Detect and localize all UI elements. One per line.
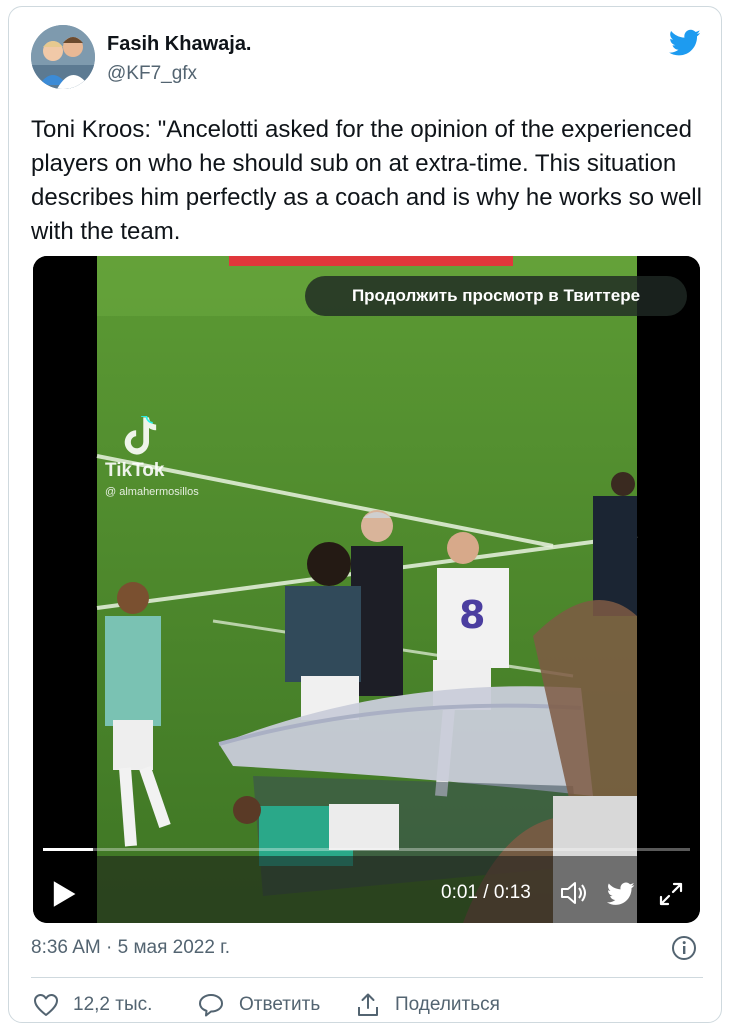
twitter-bird-icon[interactable] (607, 882, 635, 906)
reply-label: Ответить (239, 994, 321, 1015)
video-progress-bar[interactable] (43, 848, 690, 851)
like-button[interactable]: 12,2 тыс. (33, 991, 152, 1019)
tweet-card: Fasih Khawaja. @KF7_gfx Toni Kroos: "Anc… (8, 6, 722, 1023)
author-name[interactable]: Fasih Khawaja. (107, 33, 252, 56)
tweet-timestamp[interactable]: 8:36 AM · 5 мая 2022 г. (31, 937, 230, 959)
heart-icon (34, 994, 58, 1016)
svg-text:8: 8 (459, 593, 485, 637)
avatar[interactable] (31, 25, 95, 89)
speech-bubble-icon (199, 994, 223, 1017)
author-handle[interactable]: @KF7_gfx (107, 63, 197, 85)
footer-divider (31, 977, 703, 978)
twitter-bird-icon[interactable] (669, 29, 701, 57)
video-progress-fill (43, 848, 93, 851)
tiktok-logo-icon (124, 416, 157, 455)
video-frame: 8 (33, 256, 700, 923)
video-player[interactable]: 8 Продолжить просмотр в Твиттере TikTok … (33, 256, 700, 923)
like-count: 12,2 тыс. (73, 994, 153, 1015)
video-time-display: 0:01 / 0:13 (441, 882, 531, 903)
volume-icon[interactable] (559, 880, 589, 906)
tiktok-username-label: @ almahermosillos (105, 486, 199, 498)
share-label: Поделиться (395, 994, 500, 1015)
info-icon[interactable] (671, 935, 697, 961)
tiktok-brand-label: TikTok (105, 460, 165, 481)
reply-button[interactable]: Ответить (197, 991, 320, 1019)
share-arrow-icon (358, 993, 378, 1016)
continue-on-twitter-button[interactable]: Продолжить просмотр в Твиттере (305, 276, 687, 316)
tweet-text: Toni Kroos: "Ancelotti asked for the opi… (31, 116, 702, 245)
play-icon[interactable] (51, 880, 77, 908)
expand-icon[interactable] (657, 880, 685, 908)
share-button[interactable]: Поделиться (355, 991, 500, 1019)
